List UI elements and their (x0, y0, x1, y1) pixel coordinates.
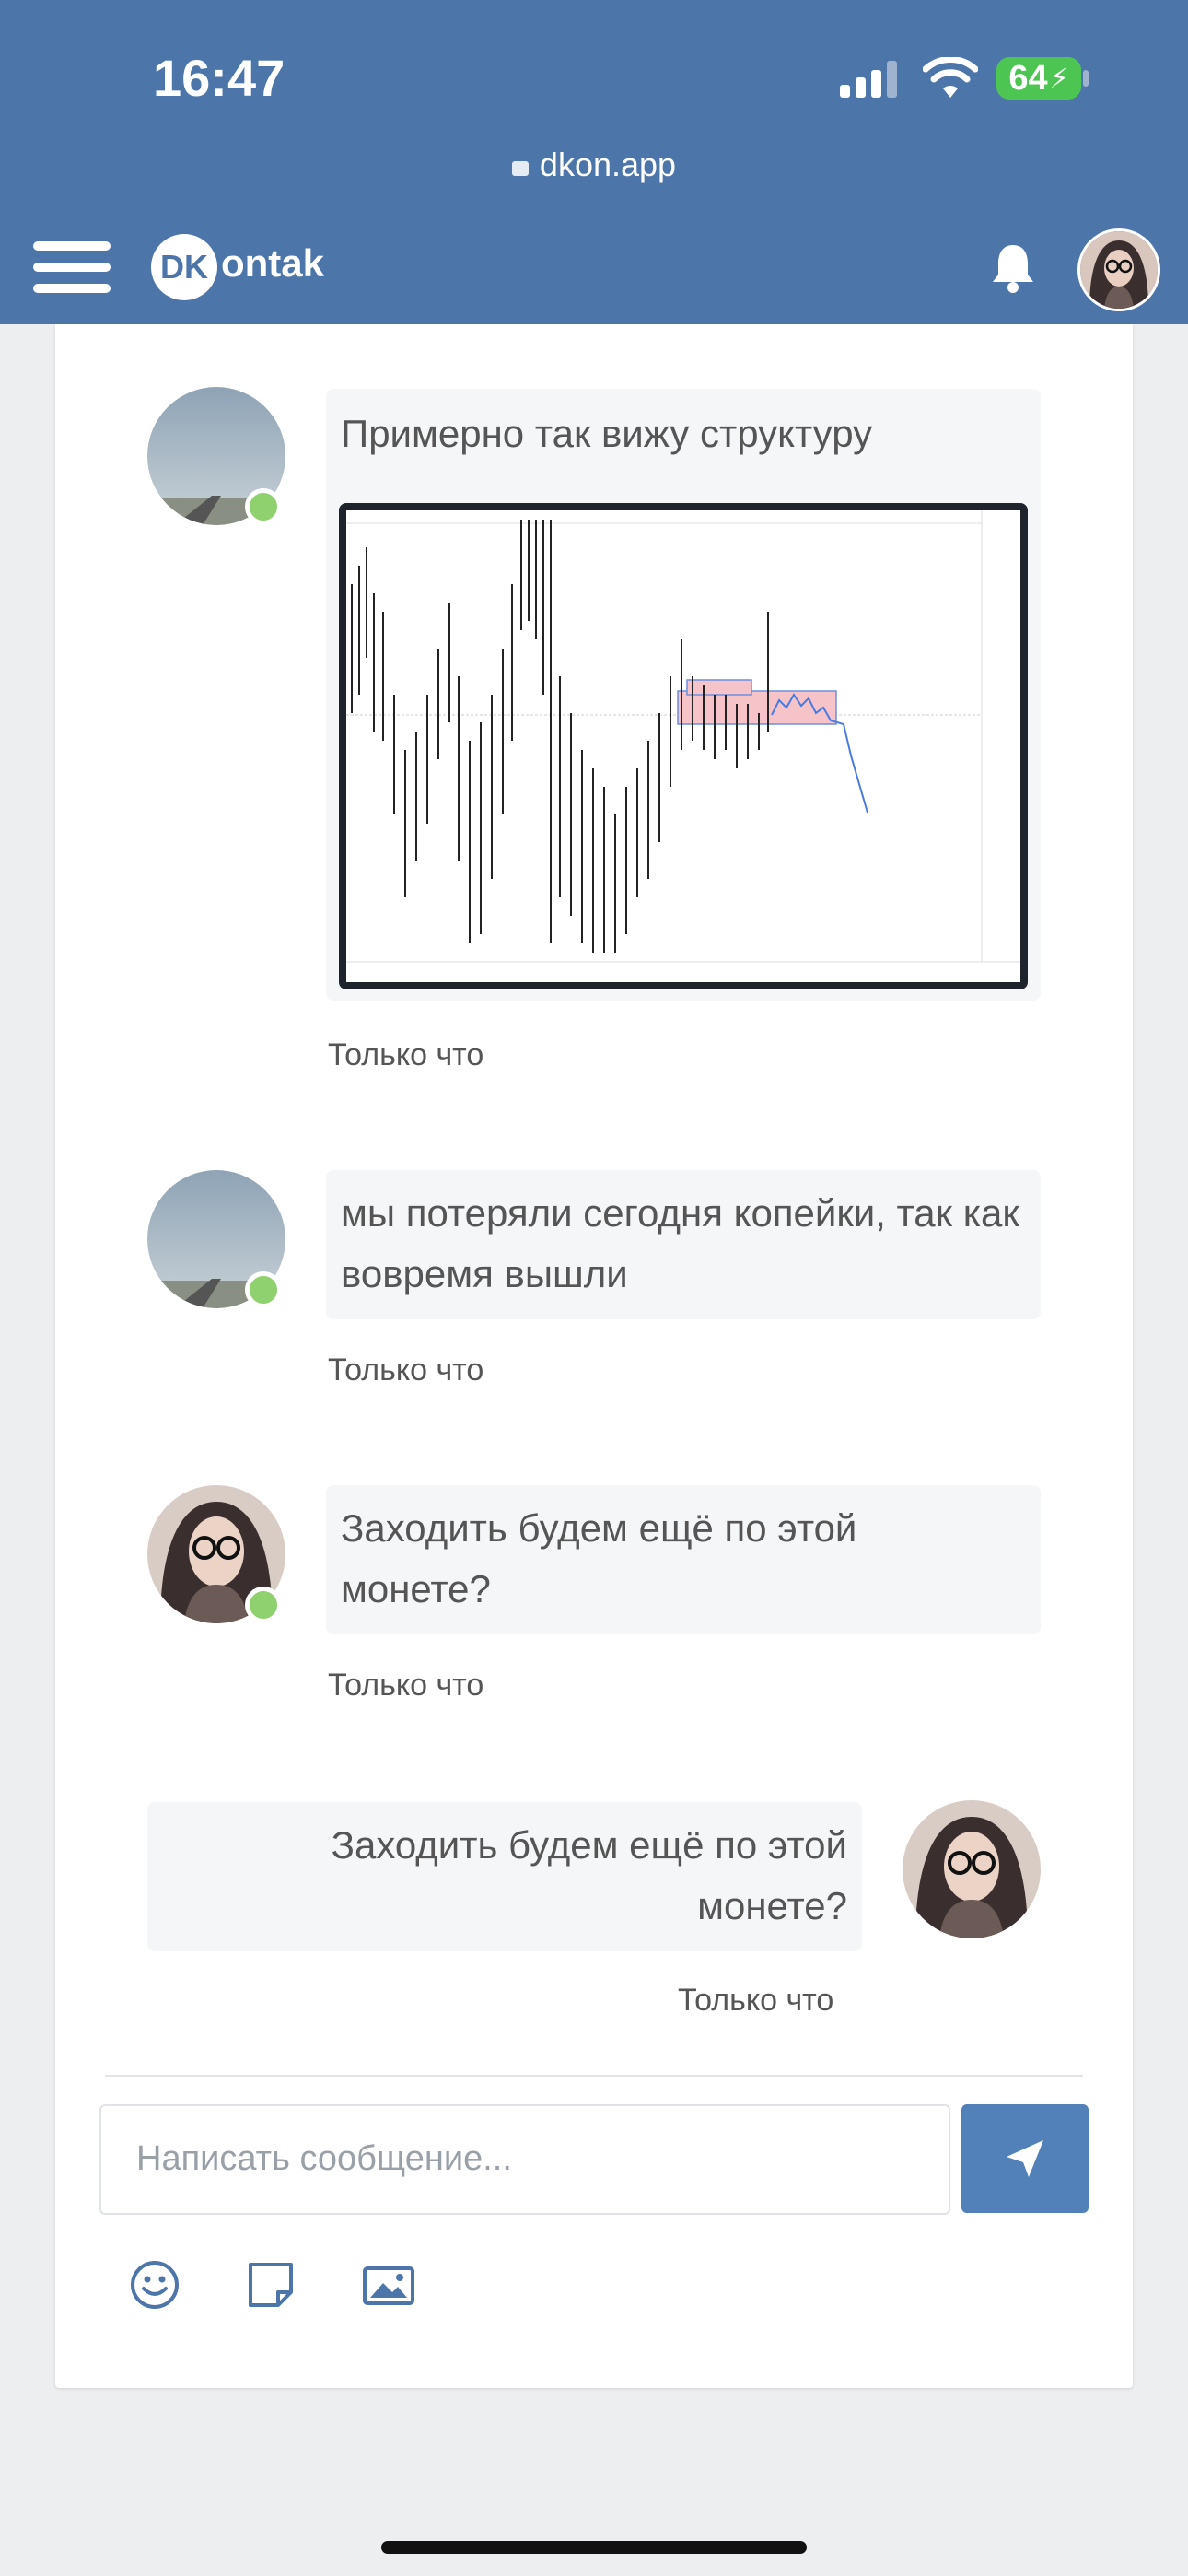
composer-divider (105, 2075, 1083, 2077)
message-text: Заходить будем ещё по этой монете? (331, 1823, 847, 1927)
sticker-icon[interactable] (243, 2257, 298, 2313)
send-icon (1007, 2140, 1043, 2177)
menu-line (33, 241, 111, 251)
message-time: Только что (678, 1983, 834, 2018)
candlestick-chart-image (346, 510, 1020, 982)
own-avatar[interactable] (903, 1800, 1041, 1938)
image-attach-icon[interactable] (361, 2257, 416, 2313)
online-indicator (245, 1271, 282, 1308)
message-input-box[interactable] (99, 2104, 950, 2215)
menu-button[interactable] (33, 238, 111, 297)
notifications-bell-icon[interactable] (989, 241, 1037, 293)
online-indicator (245, 488, 282, 525)
chart-screenshot (346, 510, 1020, 982)
send-button[interactable] (961, 2104, 1089, 2213)
message-input[interactable] (134, 2106, 930, 2211)
message-time: Только что (328, 1668, 484, 1703)
status-time: 16:47 (153, 49, 285, 107)
message-bubble[interactable]: мы потеряли сегодня копейки, так как вов… (326, 1170, 1041, 1319)
url-text: dkon.app (539, 146, 677, 183)
battery-tip (1083, 70, 1089, 87)
message-time: Только что (328, 1037, 484, 1072)
message-text: Примерно так вижу структуру (341, 412, 873, 455)
lock-icon (511, 161, 529, 176)
menu-line (33, 263, 111, 272)
logo-badge[interactable]: DK (151, 234, 217, 300)
message-bubble[interactable]: Заходить будем ещё по этой монете? (326, 1485, 1041, 1634)
battery-icon: 64 ⚡ (996, 57, 1081, 100)
attached-chart-image[interactable] (339, 503, 1028, 989)
message-text: мы потеряли сегодня копейки, так как вов… (341, 1191, 1019, 1295)
home-indicator (381, 2541, 807, 2554)
header-user-avatar[interactable] (1077, 228, 1160, 311)
woman-portrait-icon (1080, 231, 1158, 309)
logo-text[interactable]: ontak (221, 241, 324, 286)
wifi-icon (923, 57, 978, 98)
message-time: Только что (328, 1352, 484, 1388)
top-bar: 16:47 64 ⚡ dkon.app DK ontak (0, 0, 1188, 324)
menu-line (33, 284, 111, 293)
emoji-icon[interactable] (127, 2257, 182, 2313)
own-message-bubble[interactable]: Заходить будем ещё по этой монете? (147, 1802, 862, 1951)
online-indicator (245, 1587, 282, 1623)
woman-portrait-icon (903, 1800, 1041, 1938)
message-text: Заходить будем ещё по этой монете? (341, 1506, 857, 1610)
battery-level: 64 (1008, 58, 1048, 98)
address-bar[interactable]: dkon.app (0, 146, 1188, 184)
cellular-signal-icon (840, 61, 897, 98)
